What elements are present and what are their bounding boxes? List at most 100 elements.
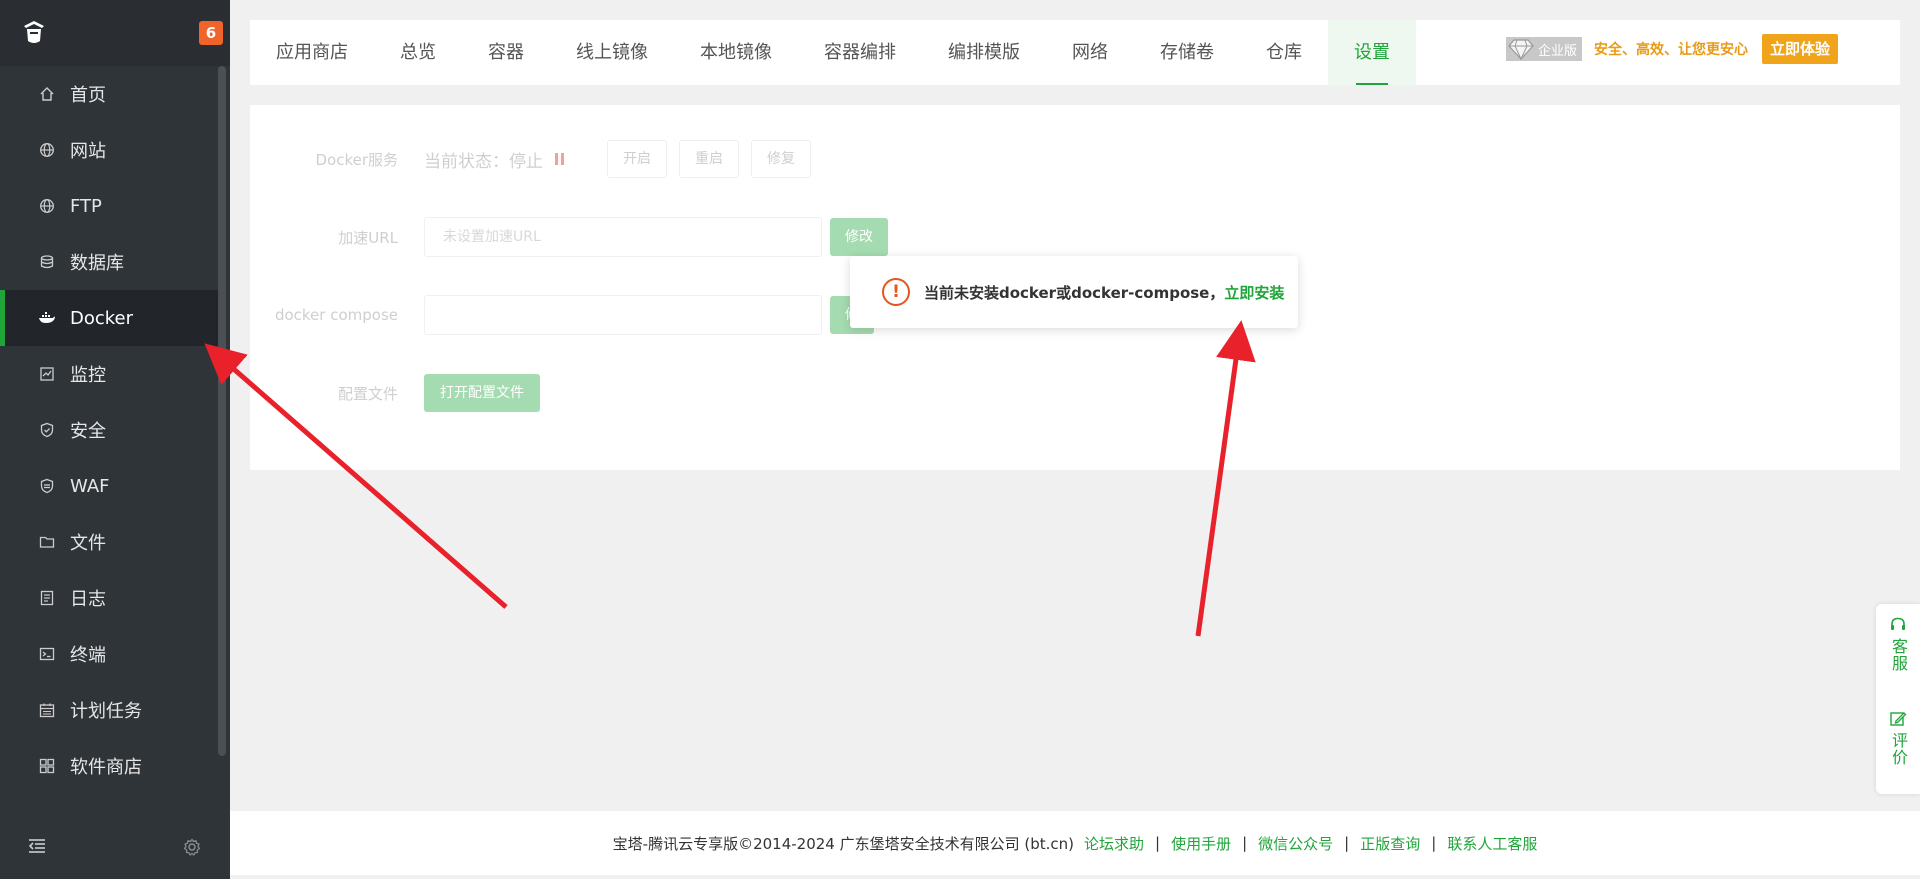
sidebar-item-label: 数据库 [70, 253, 124, 274]
sidebar-item-files[interactable]: 文件 [0, 514, 218, 570]
gear-icon[interactable] [183, 838, 201, 856]
footer-link-license[interactable]: 正版查询 [1360, 833, 1420, 854]
sidebar-item-database[interactable]: 数据库 [0, 234, 218, 290]
enterprise-tag: 企业版 [1506, 37, 1583, 61]
sidebar-item-label: FTP [70, 195, 102, 217]
tab-registry[interactable]: 仓库 [1240, 20, 1328, 85]
database-icon [38, 253, 56, 271]
footer-link-wechat[interactable]: 微信公众号 [1258, 833, 1333, 854]
sidebar-item-label: WAF [70, 475, 110, 497]
sidebar-item-label: 监控 [70, 365, 106, 386]
logo-icon[interactable] [20, 18, 48, 46]
tab-settings[interactable]: 设置 [1328, 20, 1416, 85]
calendar-icon [38, 701, 56, 719]
docker-icon [38, 309, 56, 327]
tab-overview[interactable]: 总览 [374, 20, 462, 85]
accel-url-input[interactable]: 未设置加速URL [424, 217, 822, 257]
warning-icon: ! [882, 278, 910, 306]
sidebar-item-monitor[interactable]: 监控 [0, 346, 218, 402]
enterprise-tag-label: 企业版 [1538, 43, 1578, 59]
footer-separator: | [1431, 834, 1437, 852]
sidebar: 6 首页 网站 FTP 数据库 Docker 监控 安全 WAF 文件 日志 终… [0, 0, 230, 879]
sidebar-item-label: 安全 [70, 421, 106, 442]
sidebar-header: 6 [0, 0, 230, 66]
sidebar-scrollbar[interactable] [218, 66, 226, 756]
accel-modify-button[interactable]: 修改 [830, 218, 888, 256]
tab-app-store[interactable]: 应用商店 [250, 20, 374, 85]
config-file-label: 配置文件 [337, 384, 398, 403]
install-now-link[interactable]: 立即安装 [1224, 282, 1284, 303]
docker-tab-bar: 应用商店 总览 容器 线上镜像 本地镜像 容器编排 编排模版 网络 存储卷 仓库… [250, 20, 1900, 85]
docker-service-row: Docker服务 当前状态：停止 开启 重启 修复 [250, 139, 811, 179]
footer-link-support[interactable]: 联系人工客服 [1447, 833, 1537, 854]
tab-local-images[interactable]: 本地镜像 [674, 20, 798, 85]
shield-icon [38, 421, 56, 439]
review-label: 评价 [1889, 732, 1908, 766]
diamond-icon [1508, 39, 1534, 60]
collapse-menu-icon[interactable] [28, 838, 46, 854]
notice-message: 当前未安装docker或docker-compose， [924, 283, 1225, 302]
docker-compose-label: docker compose [274, 306, 398, 324]
log-icon [38, 589, 56, 607]
footer-link-manual[interactable]: 使用手册 [1171, 833, 1231, 854]
floating-service-panel: 客服 评价 [1876, 604, 1920, 794]
sidebar-item-terminal[interactable]: 终端 [0, 626, 218, 682]
footer-separator: | [1242, 834, 1248, 852]
sidebar-item-label: 首页 [70, 85, 106, 106]
copyright-text: 宝塔-腾讯云专享版©2014-2024 广东堡塔安全技术有限公司 (bt.cn) [612, 834, 1074, 853]
folder-icon [38, 533, 56, 551]
sidebar-item-label: 日志 [70, 589, 106, 610]
sidebar-item-website[interactable]: 网站 [0, 122, 218, 178]
sidebar-menu: 首页 网站 FTP 数据库 Docker 监控 安全 WAF 文件 日志 终端 … [0, 66, 218, 794]
page-footer: 宝塔-腾讯云专享版©2014-2024 广东堡塔安全技术有限公司 (bt.cn)… [230, 811, 1920, 875]
sidebar-item-logs[interactable]: 日志 [0, 570, 218, 626]
docker-service-label: Docker服务 [315, 150, 398, 169]
pause-icon [555, 153, 565, 165]
footer-separator: | [1344, 834, 1350, 852]
sidebar-item-docker[interactable]: Docker [0, 290, 218, 346]
sidebar-item-label: 计划任务 [70, 701, 142, 722]
enterprise-promo: 企业版 安全、高效、让您更安心 立即体验 [1506, 34, 1839, 64]
promo-text: 安全、高效、让您更安心 [1594, 42, 1749, 58]
terminal-icon [38, 645, 56, 663]
tab-compose[interactable]: 容器编排 [798, 20, 922, 85]
globe-icon [38, 197, 56, 215]
repair-button[interactable]: 修复 [751, 140, 811, 178]
footer-link-forum[interactable]: 论坛求助 [1084, 833, 1144, 854]
accel-url-label: 加速URL [338, 228, 398, 247]
notification-badge[interactable]: 6 [199, 21, 223, 45]
tab-compose-templates[interactable]: 编排模版 [922, 20, 1046, 85]
sidebar-item-waf[interactable]: WAF [0, 458, 218, 514]
sidebar-item-app-store[interactable]: 软件商店 [0, 738, 218, 794]
customer-service-label: 客服 [1889, 638, 1908, 672]
restart-button[interactable]: 重启 [679, 140, 739, 178]
service-status: 当前状态：停止 [424, 151, 543, 172]
docker-compose-row: docker compose 修 [250, 295, 874, 335]
docker-compose-input[interactable] [424, 295, 822, 335]
accel-url-row: 加速URL 未设置加速URL 修改 [250, 217, 888, 257]
edit-icon [1890, 712, 1907, 726]
sidebar-item-label: Docker [70, 307, 134, 329]
apps-icon [38, 757, 56, 775]
sidebar-item-label: 终端 [70, 645, 106, 666]
review-button[interactable]: 评价 [1876, 710, 1920, 766]
sidebar-item-ftp[interactable]: FTP [0, 178, 218, 234]
sidebar-item-label: 文件 [70, 533, 106, 554]
sidebar-footer [0, 810, 230, 879]
customer-service-button[interactable]: 客服 [1876, 616, 1920, 672]
start-button[interactable]: 开启 [607, 140, 667, 178]
open-config-button[interactable]: 打开配置文件 [424, 374, 540, 412]
sidebar-item-cron[interactable]: 计划任务 [0, 682, 218, 738]
footer-separator: | [1155, 834, 1161, 852]
tab-online-images[interactable]: 线上镜像 [550, 20, 674, 85]
sidebar-item-home[interactable]: 首页 [0, 66, 218, 122]
sidebar-item-label: 网站 [70, 141, 106, 162]
globe-icon [38, 141, 56, 159]
sidebar-item-label: 软件商店 [70, 757, 142, 778]
tab-volumes[interactable]: 存储卷 [1134, 20, 1240, 85]
tab-containers[interactable]: 容器 [462, 20, 550, 85]
sidebar-item-security[interactable]: 安全 [0, 402, 218, 458]
try-now-button[interactable]: 立即体验 [1762, 34, 1839, 64]
home-icon [38, 85, 56, 103]
tab-network[interactable]: 网络 [1046, 20, 1134, 85]
